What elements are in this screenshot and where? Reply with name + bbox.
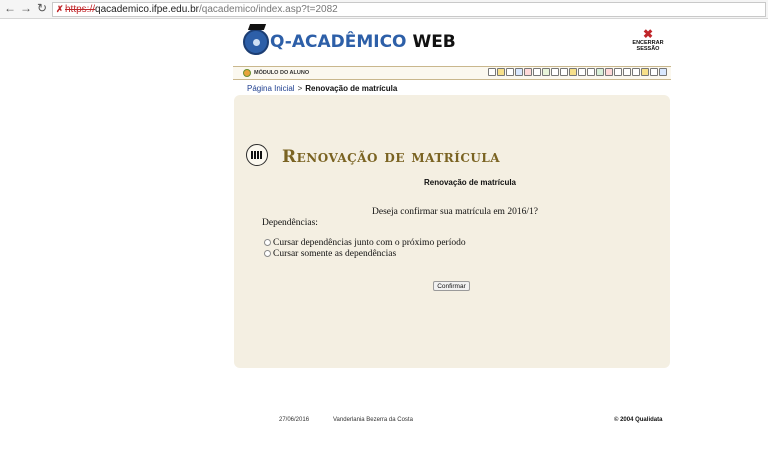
toolbar-icon[interactable]: [614, 68, 622, 76]
student-icon: [243, 68, 251, 77]
main-panel: Renovação de matrícula Renovação de matr…: [234, 95, 670, 368]
toolbar-icon[interactable]: [524, 68, 532, 76]
breadcrumb: Página Inicial > Renovação de matrícula: [247, 84, 397, 93]
breadcrumb-separator: >: [297, 84, 303, 93]
url-scheme: https://: [65, 4, 96, 15]
logo-suffix: WEB: [412, 32, 456, 52]
toolbar-icon[interactable]: [506, 68, 514, 76]
module-toolbar: [488, 68, 667, 78]
footer-date: 27/06/2016: [279, 417, 310, 423]
forward-arrow-icon[interactable]: →: [19, 1, 33, 15]
toolbar-icon[interactable]: [596, 68, 604, 76]
radio-button[interactable]: [264, 250, 271, 257]
toolbar-icon[interactable]: [578, 68, 586, 76]
dependencies-label: Dependências:: [262, 218, 318, 228]
option-label: Cursar somente as dependências: [273, 249, 397, 259]
toolbar-icon[interactable]: [488, 68, 496, 76]
option-only-dependencies[interactable]: Cursar somente as dependências: [264, 249, 396, 259]
breadcrumb-home-link[interactable]: Página Inicial: [247, 84, 295, 93]
logo-text: Q-ACADÊMICO WEB: [270, 32, 456, 52]
logout-button[interactable]: ✖ ENCERRAR SESSÃO: [628, 28, 668, 52]
module-label: MÓDULO DO ALUNO: [243, 68, 309, 78]
footer-user-name: Vanderlania Bezerra da Costa: [333, 417, 413, 423]
toolbar-icon[interactable]: [659, 68, 667, 76]
radio-button[interactable]: [264, 239, 271, 246]
back-arrow-icon[interactable]: ←: [3, 1, 17, 15]
module-bar: MÓDULO DO ALUNO: [233, 66, 671, 80]
toolbar-icon[interactable]: [497, 68, 505, 76]
broken-lock-icon: ✗: [56, 4, 64, 14]
toolbar-icon[interactable]: [551, 68, 559, 76]
toolbar-icon[interactable]: [605, 68, 613, 76]
address-bar[interactable]: ✗https://qacademico.ifpe.edu.br/qacademi…: [52, 2, 766, 17]
toolbar-icon[interactable]: [533, 68, 541, 76]
toolbar-icon[interactable]: [623, 68, 631, 76]
footer-copyright: © 2004 Qualidata: [614, 417, 663, 423]
module-label-text: MÓDULO DO ALUNO: [254, 70, 310, 76]
confirmation-question: Deseja confirmar sua matrícula em 2016/1…: [372, 207, 538, 217]
logo-prefix: Q-ACADÊMICO: [270, 32, 407, 52]
toolbar-icon[interactable]: [650, 68, 658, 76]
graduation-cap-icon: [247, 24, 267, 30]
option-dependencies-with-next-period[interactable]: Cursar dependências junto com o próximo …: [264, 238, 466, 248]
confirm-button[interactable]: Confirmar: [433, 281, 470, 291]
toolbar-icon[interactable]: [632, 68, 640, 76]
close-x-icon: ✖: [642, 27, 654, 41]
url-host: qacademico.ifpe.edu.br: [95, 4, 199, 15]
logout-label-line2: SESSÃO: [636, 46, 660, 52]
toolbar-icon[interactable]: [641, 68, 649, 76]
breadcrumb-current: Renovação de matrícula: [305, 84, 398, 93]
url-path: /qacademico/index.asp?t=2082: [198, 4, 338, 15]
toolbar-icon[interactable]: [515, 68, 523, 76]
toolbar-icon[interactable]: [587, 68, 595, 76]
option-label: Cursar dependências junto com o próximo …: [273, 238, 466, 248]
reload-icon[interactable]: ↻: [35, 1, 49, 15]
page-subtitle: Renovação de matrícula: [423, 178, 517, 187]
toolbar-icon[interactable]: [542, 68, 550, 76]
browser-toolbar: ← → ↻ ✗https://qacademico.ifpe.edu.br/qa…: [0, 0, 768, 19]
toolbar-icon[interactable]: [560, 68, 568, 76]
toolbar-icon[interactable]: [569, 68, 577, 76]
logo-disc-icon: [243, 29, 269, 55]
page-title: Renovação de matrícula: [282, 147, 501, 167]
barcode-icon: [246, 144, 268, 166]
